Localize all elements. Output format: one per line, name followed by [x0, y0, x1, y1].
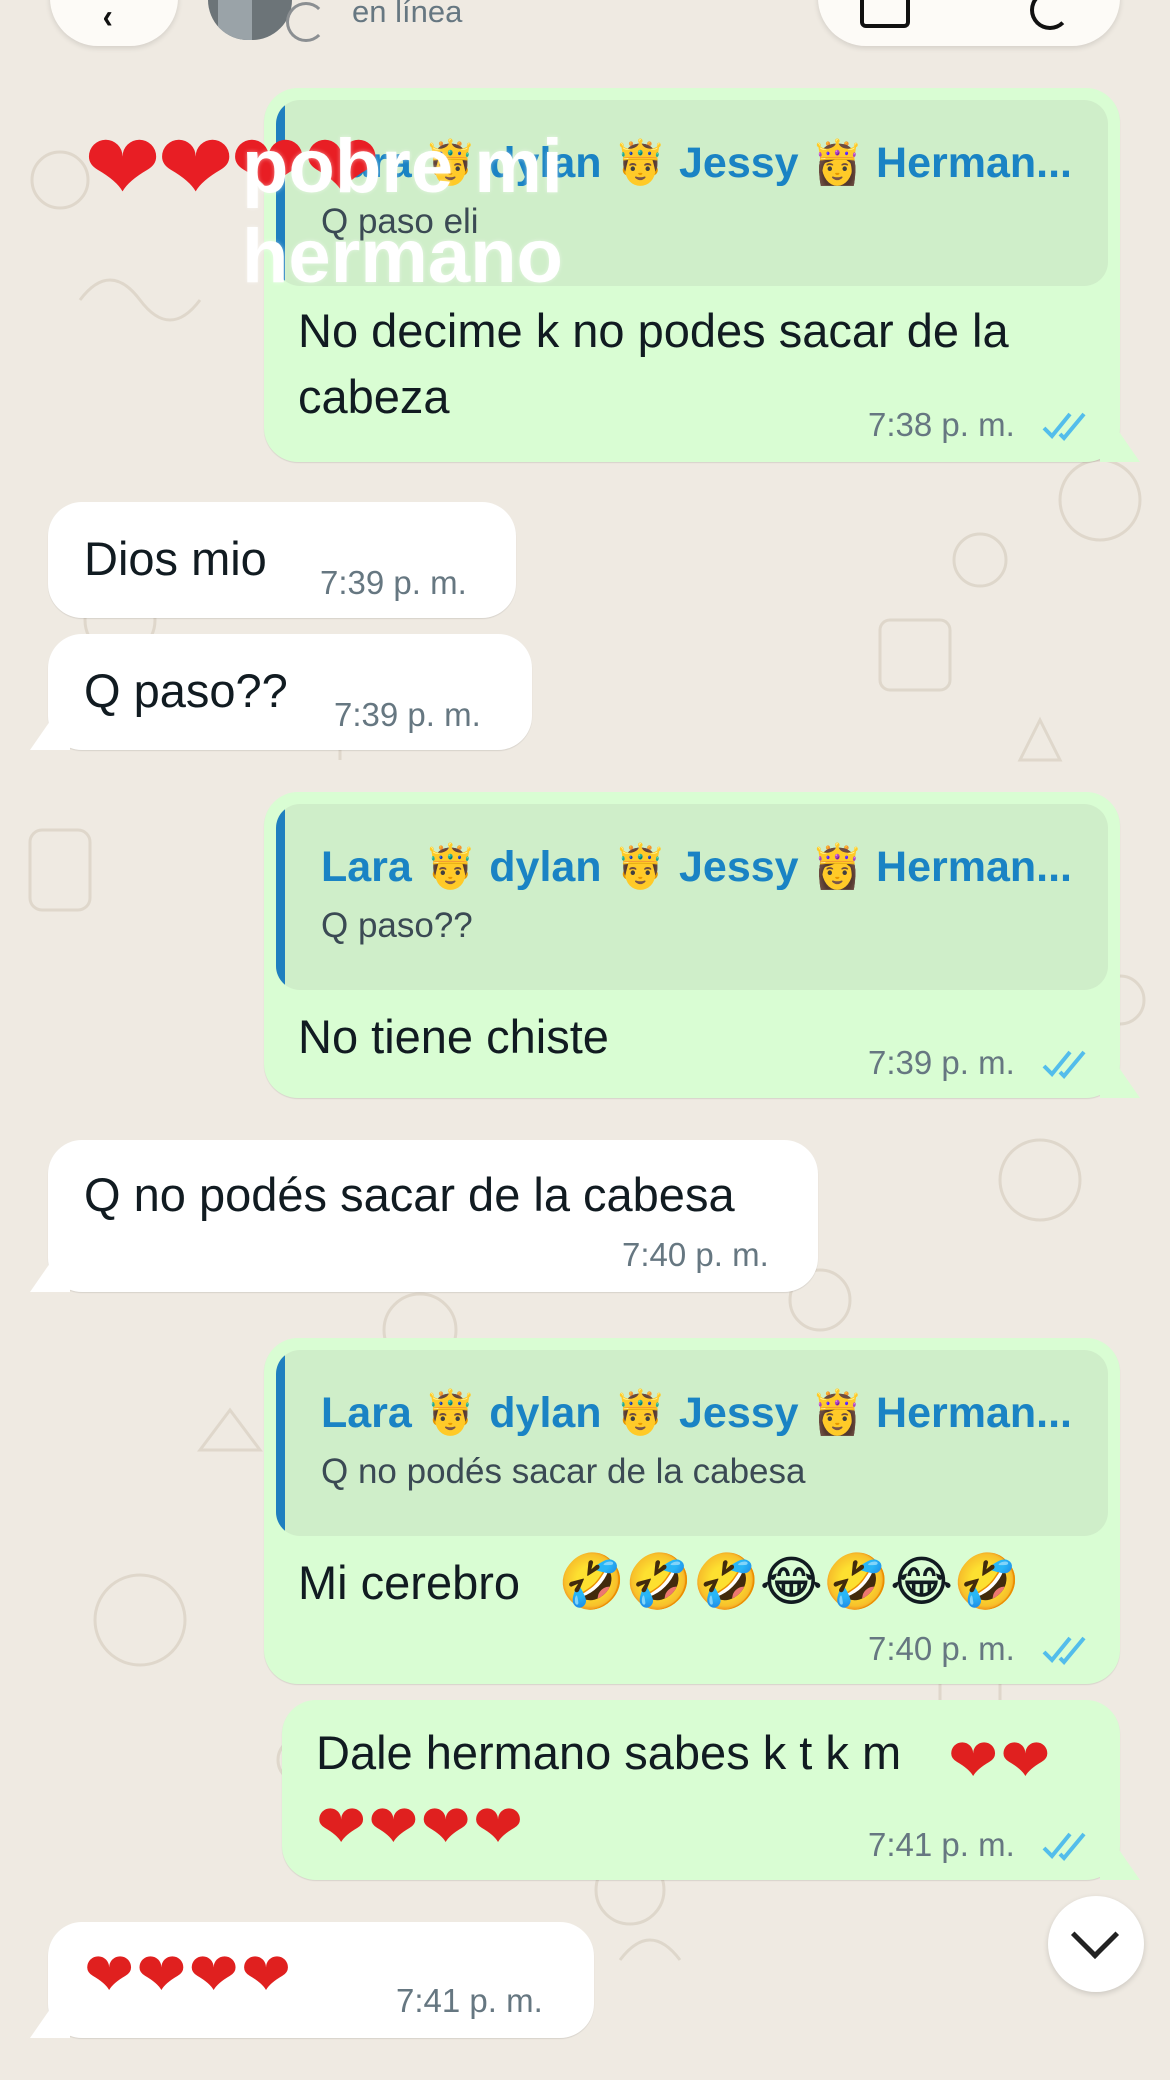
status-ring-icon — [286, 2, 326, 42]
video-call-icon[interactable] — [860, 0, 910, 28]
chat-header: ‹ en línea — [0, 0, 1170, 62]
message-time: 7:39 p. m. — [334, 696, 481, 733]
back-button[interactable]: ‹ — [50, 0, 178, 46]
message-bubble-outgoing[interactable]: Lara 🤴 dylan 🤴 Jessy 👸 Herman... Q no po… — [264, 1338, 1120, 1684]
reply-quote[interactable]: Lara 🤴 dylan 🤴 Jessy 👸 Herman... Q paso?… — [276, 804, 1108, 990]
message-bubble-incoming[interactable]: ❤❤❤❤ 7:41 p. m. — [48, 1922, 594, 2038]
message-time: 7:41 p. m. — [868, 1826, 1015, 1863]
message-text: Dale hermano sabes k t k m — [316, 1726, 902, 1779]
quote-bar — [276, 804, 285, 990]
message-bubble-incoming[interactable]: Q paso?? 7:39 p. m. — [48, 634, 532, 750]
message-text: Q no podés sacar de la cabesa — [84, 1168, 735, 1221]
hearts-inline: ❤❤ — [948, 1727, 1053, 1794]
message-time: 7:40 p. m. — [622, 1236, 769, 1273]
double-check-icon — [1042, 1050, 1086, 1079]
double-check-icon — [1042, 1636, 1086, 1665]
overlay-title: pobre mi hermano — [242, 124, 563, 299]
message-time: 7:39 p. m. — [320, 564, 467, 601]
chevron-down-icon — [1070, 1910, 1120, 1960]
quote-author: Lara 🤴 dylan 🤴 Jessy 👸 Herman... — [321, 1389, 1072, 1437]
hearts-line: ❤❤❤❤ — [316, 1793, 526, 1860]
message-bubble-outgoing[interactable]: Dale hermano sabes k t k m ❤❤ ❤❤❤❤ 7:41 … — [282, 1700, 1120, 1880]
emoji-row: 🤣🤣🤣😂🤣😂🤣 — [558, 1552, 1021, 1612]
contact-avatar[interactable] — [208, 0, 292, 40]
quote-bar — [276, 1350, 285, 1536]
message-time: 7:40 p. m. — [868, 1630, 1015, 1667]
quote-author: Lara 🤴 dylan 🤴 Jessy 👸 Herman... — [321, 843, 1072, 891]
phone-call-icon[interactable] — [1030, 0, 1070, 30]
message-time: 7:38 p. m. — [868, 406, 1015, 443]
back-icon: ‹ — [102, 0, 113, 36]
reply-quote[interactable]: Lara 🤴 dylan 🤴 Jessy 👸 Herman... Q no po… — [276, 1350, 1108, 1536]
double-check-icon — [1042, 412, 1086, 441]
quote-text: Q paso?? — [321, 906, 473, 945]
message-bubble-incoming[interactable]: Q no podés sacar de la cabesa 7:40 p. m. — [48, 1140, 818, 1292]
call-buttons — [818, 0, 1120, 46]
message-bubble-incoming[interactable]: Dios mio 7:39 p. m. — [48, 502, 516, 618]
quote-text: Q no podés sacar de la cabesa — [321, 1452, 806, 1491]
hearts-message: ❤❤❤❤ — [84, 1941, 294, 2008]
double-check-icon — [1042, 1832, 1086, 1861]
message-time: 7:41 p. m. — [396, 1982, 543, 2019]
message-text: No tiene chiste — [298, 1010, 609, 1063]
message-bubble-outgoing[interactable]: Lara 🤴 dylan 🤴 Jessy 👸 Herman... Q paso?… — [264, 792, 1120, 1098]
message-text: Mi cerebro — [298, 1556, 521, 1609]
message-text: Dios mio — [84, 532, 267, 585]
scroll-down-button[interactable] — [1048, 1896, 1144, 1992]
contact-status: en línea — [352, 0, 463, 29]
message-time: 7:39 p. m. — [868, 1044, 1015, 1081]
message-text: Q paso?? — [84, 664, 288, 717]
